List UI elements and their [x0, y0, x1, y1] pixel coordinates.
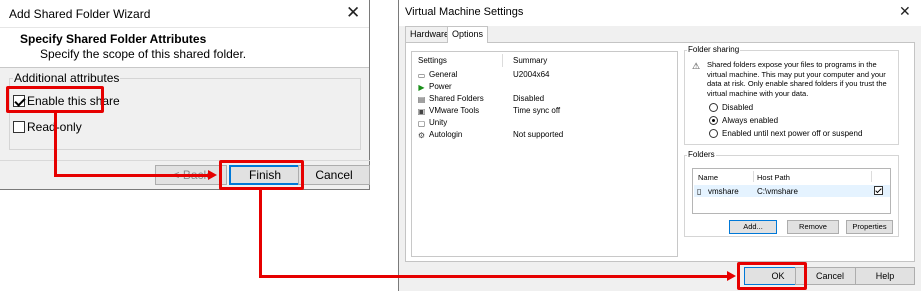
- cancel-button[interactable]: Cancel: [298, 165, 370, 185]
- settings-column-header: Settings: [418, 56, 447, 65]
- virtual-machine-settings-dialog: Virtual Machine Settings ✕ Hardware Opti…: [398, 0, 921, 291]
- unity-icon: ▢: [417, 119, 426, 128]
- list-item[interactable]: ▤ Shared Folders Disabled: [412, 94, 677, 106]
- vmware-tools-icon: ▣: [417, 107, 426, 116]
- host-path-column-header: Host Path: [757, 173, 790, 182]
- list-item-summary: Time sync off: [513, 106, 561, 115]
- enabled-until-power-off-radio[interactable]: [709, 129, 718, 138]
- tab-options[interactable]: Options: [447, 26, 489, 43]
- folders-table: Name Host Path ▯ vmshare C:\vmshare: [692, 168, 891, 214]
- power-icon: ▶: [418, 83, 425, 92]
- folder-sharing-group: Folder sharing ⚠ Shared folders expose y…: [684, 45, 899, 145]
- column-divider: [871, 171, 872, 182]
- ok-highlight: [737, 262, 807, 290]
- name-column-header: Name: [698, 173, 719, 182]
- list-item[interactable]: ⚙ Autologin Not supported: [412, 130, 677, 142]
- list-item-summary: Disabled: [513, 94, 545, 103]
- list-item-name: Shared Folders: [429, 94, 484, 103]
- shared-folders-icon: ▤: [417, 95, 426, 104]
- properties-button[interactable]: Properties: [846, 220, 893, 234]
- list-item[interactable]: ▶ Power: [412, 82, 677, 94]
- read-only-checkbox[interactable]: [13, 121, 25, 133]
- annotation-arrow-line: [54, 174, 210, 177]
- autologin-icon: ⚙: [417, 131, 426, 140]
- page-title: Specify Shared Folder Attributes: [20, 32, 207, 46]
- enable-share-highlight: [6, 86, 104, 113]
- list-item-name: Power: [429, 82, 452, 91]
- disabled-radio-label[interactable]: Disabled: [722, 103, 753, 112]
- annotation-arrowhead: [208, 170, 217, 180]
- summary-column-header: Summary: [513, 56, 548, 65]
- general-icon: ▭: [417, 71, 426, 80]
- folders-group: Folders Name Host Path ▯ vmshare C:\vmsh…: [684, 150, 899, 237]
- settings-list: Settings Summary ▭ General U2004x64 ▶ Po…: [411, 51, 678, 257]
- list-item-name: General: [429, 70, 458, 79]
- list-item-name: VMware Tools: [429, 106, 480, 115]
- folders-label: Folders: [687, 150, 716, 159]
- add-folder-button[interactable]: Add...: [729, 220, 777, 234]
- close-icon[interactable]: ✕: [899, 2, 911, 22]
- group-label: Additional attributes: [13, 71, 121, 85]
- list-item-name: Unity: [429, 118, 448, 127]
- always-enabled-radio[interactable]: [709, 116, 718, 125]
- folder-sharing-label: Folder sharing: [687, 45, 741, 54]
- vm-settings-title: Virtual Machine Settings: [405, 6, 524, 18]
- annotation-arrow-line: [54, 113, 57, 177]
- list-item[interactable]: ▢ Unity: [412, 118, 677, 130]
- warning-text: Shared folders expose your files to prog…: [707, 60, 887, 98]
- column-divider: [502, 54, 503, 67]
- help-button[interactable]: Help: [855, 267, 915, 285]
- disabled-radio[interactable]: [709, 103, 718, 112]
- enabled-until-power-off-label[interactable]: Enabled until next power off or suspend: [722, 129, 862, 138]
- table-row[interactable]: ▯ vmshare C:\vmshare: [694, 185, 890, 197]
- column-divider: [753, 171, 754, 182]
- close-icon[interactable]: ✕: [346, 3, 360, 23]
- annotation-arrow-line: [259, 190, 262, 278]
- list-item-summary: Not supported: [513, 130, 564, 139]
- folder-name: vmshare: [708, 187, 739, 196]
- list-item[interactable]: ▭ General U2004x64: [412, 70, 677, 82]
- wizard-title: Add Shared Folder Wizard: [9, 7, 151, 21]
- list-item-summary: U2004x64: [513, 70, 550, 79]
- list-item-name: Autologin: [429, 130, 463, 139]
- vm-settings-titlebar: Virtual Machine Settings ✕: [399, 0, 921, 26]
- page-subtitle: Specify the scope of this shared folder.: [40, 47, 247, 61]
- wizard-header: Specify Shared Folder Attributes Specify…: [0, 28, 369, 68]
- folder-icon: ▯: [697, 187, 702, 196]
- always-enabled-radio-label[interactable]: Always enabled: [722, 116, 778, 125]
- list-item[interactable]: ▣ VMware Tools Time sync off: [412, 106, 677, 118]
- remove-folder-button[interactable]: Remove: [787, 220, 839, 234]
- folder-path: C:\vmshare: [757, 187, 798, 196]
- annotation-arrowhead: [727, 271, 736, 281]
- wizard-titlebar: Add Shared Folder Wizard ✕: [0, 0, 369, 28]
- folder-enabled-checkbox[interactable]: [874, 186, 883, 195]
- warning-icon: ⚠: [692, 62, 701, 72]
- annotation-arrow-line: [259, 275, 729, 278]
- finish-highlight: [219, 160, 304, 190]
